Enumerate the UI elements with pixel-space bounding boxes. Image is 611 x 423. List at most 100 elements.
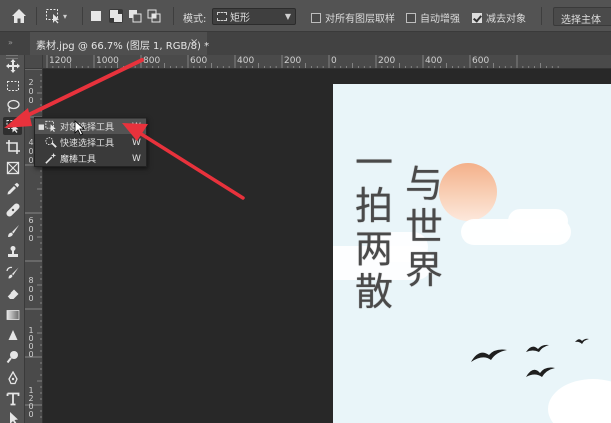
select-subject-button[interactable]: 选择主体 xyxy=(553,7,611,26)
lasso-icon[interactable] xyxy=(3,97,22,115)
frame-icon[interactable] xyxy=(3,159,22,177)
crop-icon[interactable] xyxy=(3,138,22,156)
panel-collapse-icon[interactable]: » xyxy=(8,38,13,47)
ruler-label: 600 xyxy=(472,56,490,66)
ruler-label: 0 xyxy=(28,225,34,234)
poem-character: 与 xyxy=(404,162,443,206)
magic-wand-icon xyxy=(45,152,57,167)
pen-icon[interactable] xyxy=(3,369,22,387)
pointer-cursor-icon xyxy=(74,120,86,136)
subtract-from-selection-button[interactable] xyxy=(128,9,142,23)
subtract-object-checkbox[interactable]: 减去对象 xyxy=(472,10,526,25)
checkbox-box[interactable] xyxy=(311,12,321,23)
close-icon[interactable]: × xyxy=(190,37,198,48)
chevron-down-icon: ▼ xyxy=(284,12,291,21)
blur-icon[interactable] xyxy=(3,327,22,345)
path-selection-icon[interactable] xyxy=(3,409,22,423)
rectangle-mode-icon xyxy=(217,12,227,21)
mode-label: 模式: xyxy=(183,14,207,25)
move-icon[interactable] xyxy=(3,57,22,75)
document-tab-title: 素材.jpg @ 66.7% (图层 1, RGB/8) * xyxy=(36,41,210,52)
subtract-object-label: 减去对象 xyxy=(486,14,526,25)
sample-all-layers-checkbox[interactable]: 对所有图层取样 xyxy=(311,10,395,25)
poem-character: 一 xyxy=(354,141,393,185)
ruler-label: 400 xyxy=(237,56,255,66)
ruler-label: 0 xyxy=(28,96,34,105)
ruler-label: 1200 xyxy=(28,386,34,419)
history-brush-icon[interactable] xyxy=(3,264,22,282)
eraser-icon[interactable] xyxy=(3,285,22,303)
ruler-label: 200 xyxy=(284,56,302,66)
flyout-item-quick-selection[interactable]: 快速选择工具 W xyxy=(35,135,146,150)
checkbox-box-checked[interactable] xyxy=(472,12,482,23)
poem-column-right: 与世界 xyxy=(402,163,446,292)
divider xyxy=(173,7,174,25)
flyout-item-magic-wand[interactable]: 魔棒工具 W xyxy=(35,151,146,166)
ruler-label: 8 xyxy=(28,276,34,285)
ruler-label: 0 xyxy=(28,294,34,303)
mode-select[interactable]: 矩形 ▼ xyxy=(212,8,296,25)
tools-panel xyxy=(0,55,25,423)
object-selection-icon[interactable] xyxy=(3,117,22,135)
new-selection-button[interactable] xyxy=(89,9,103,23)
ruler-label: 1200 xyxy=(49,56,72,66)
ruler-origin[interactable] xyxy=(25,55,43,69)
ruler-label: 0 xyxy=(28,285,34,294)
type-icon[interactable] xyxy=(3,390,22,408)
add-to-selection-button[interactable] xyxy=(109,9,123,23)
divider xyxy=(541,7,542,25)
clone-stamp-icon[interactable] xyxy=(3,243,22,261)
ruler-label: 1000 xyxy=(96,56,119,66)
document-tab[interactable]: 素材.jpg @ 66.7% (图层 1, RGB/8) * × xyxy=(30,32,210,55)
poem-column-left: 一拍两散 xyxy=(352,142,396,314)
selection-tools-flyout: ■ 对象选择工具 W 快速选择工具 W 魔棒工具 W xyxy=(34,117,147,167)
flyout-item-label: 魔棒工具 xyxy=(60,155,97,165)
poem-character: 散 xyxy=(354,270,393,314)
divider xyxy=(36,7,37,25)
checkbox-box[interactable] xyxy=(406,12,416,23)
ruler-label: 2 xyxy=(28,78,34,87)
divider xyxy=(82,7,83,25)
flyout-item-object-selection[interactable]: ■ 对象选择工具 W xyxy=(35,119,146,134)
horizontal-ruler[interactable]: 1200 1000 800 600 400 200 0 200 400 600 xyxy=(43,55,611,69)
ruler-label: 400 xyxy=(425,56,443,66)
selected-bullet: ■ xyxy=(38,122,45,131)
chevron-down-icon: ▾ xyxy=(63,11,68,21)
tool-preset-picker[interactable]: ▾ xyxy=(45,7,75,25)
ruler-label: 600 xyxy=(190,56,208,66)
photoshop-window: ▾ 模式: 矩形 ▼ 对所有图层取样 自动增强 减去对象 选择主体 » 素材.j… xyxy=(0,0,611,423)
flyout-item-shortcut: W xyxy=(132,153,141,164)
rectangular-marquee-icon[interactable] xyxy=(3,77,22,95)
ruler-label: 6 xyxy=(28,216,34,225)
poem-character: 世 xyxy=(404,205,443,249)
healing-brush-icon[interactable] xyxy=(3,201,22,219)
sample-all-layers-label: 对所有图层取样 xyxy=(325,14,395,25)
mode-value: 矩形 xyxy=(230,13,250,24)
dodge-icon[interactable] xyxy=(3,348,22,366)
poem-character: 拍 xyxy=(354,184,393,228)
options-bar: ▾ 模式: 矩形 ▼ 对所有图层取样 自动增强 减去对象 选择主体 xyxy=(0,0,611,32)
poem-character: 两 xyxy=(354,227,393,271)
gradient-icon[interactable] xyxy=(3,306,22,324)
auto-enhance-checkbox[interactable]: 自动增强 xyxy=(406,10,460,25)
flyout-item-label: 快速选择工具 xyxy=(60,139,115,149)
ruler-label: 1000 xyxy=(28,326,34,359)
ruler-label: 0 xyxy=(28,234,34,243)
horizontal-ruler-ticks xyxy=(46,55,559,68)
flyout-item-label: 对象选择工具 xyxy=(60,123,115,133)
intersect-selection-button[interactable] xyxy=(147,9,161,23)
object-selection-icon xyxy=(46,9,59,24)
quick-selection-icon xyxy=(45,136,57,151)
home-icon[interactable] xyxy=(9,6,29,26)
ruler-label: 200 xyxy=(378,56,396,66)
eyedropper-icon[interactable] xyxy=(3,180,22,198)
flyout-item-shortcut: W xyxy=(132,137,141,148)
brush-icon[interactable] xyxy=(3,222,22,240)
flyout-item-shortcut: W xyxy=(132,121,141,132)
poem-character: 界 xyxy=(404,248,443,292)
ruler-label: 0 xyxy=(28,87,34,96)
auto-enhance-label: 自动增强 xyxy=(420,14,460,25)
document-tab-strip: » 素材.jpg @ 66.7% (图层 1, RGB/8) * × xyxy=(0,32,611,55)
ruler-label: 800 xyxy=(143,56,161,66)
ruler-label: 0 xyxy=(331,56,337,66)
